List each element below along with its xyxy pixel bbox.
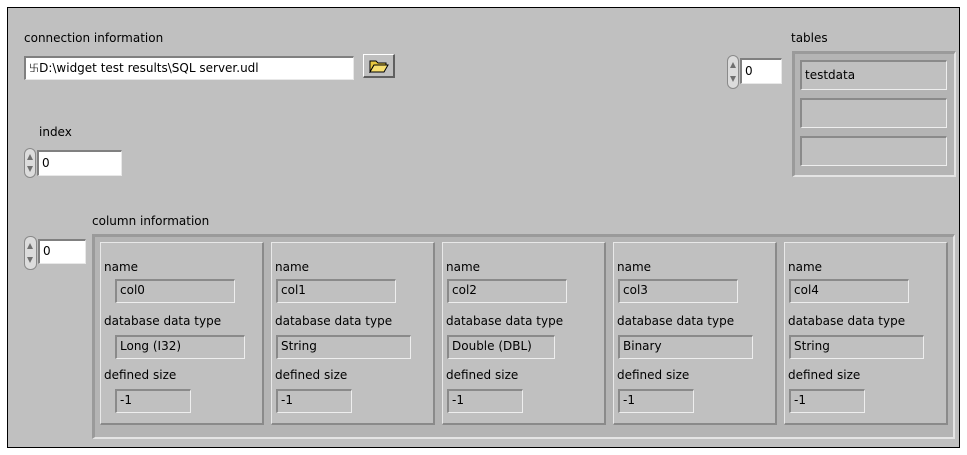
- increment-icon[interactable]: [27, 243, 33, 249]
- column-cluster: name col2 database data type Double (DBL…: [442, 242, 606, 425]
- folder-open-icon: [369, 60, 389, 73]
- column-data-type: Double (DBL): [447, 335, 555, 359]
- column-defined-size: -1: [115, 389, 191, 413]
- column-name: col1: [276, 279, 396, 303]
- tables-label: tables: [791, 31, 828, 45]
- defined-size-label: defined size: [104, 368, 177, 382]
- defined-size-label: defined size: [617, 368, 690, 382]
- column-cluster: name col4 database data type String defi…: [784, 242, 948, 425]
- column-name: col4: [789, 279, 909, 303]
- name-label: name: [446, 260, 481, 274]
- defined-size-label: defined size: [788, 368, 861, 382]
- tables-array: testdata: [792, 51, 956, 177]
- columns-index-spinner[interactable]: [24, 236, 37, 270]
- column-data-type: Long (I32): [115, 335, 245, 359]
- index-label: index: [39, 125, 72, 139]
- column-information-label: column information: [92, 214, 210, 228]
- column-name: col0: [115, 279, 235, 303]
- tables-index-input[interactable]: 0: [740, 58, 782, 84]
- database-data-type-label: database data type: [275, 314, 393, 328]
- browse-button[interactable]: [363, 54, 395, 78]
- connection-path-value: D:\widget test results\SQL server.udl: [39, 61, 259, 75]
- tables-index-spinner[interactable]: [727, 55, 739, 89]
- column-data-type: Binary: [618, 335, 753, 359]
- database-data-type-label: database data type: [788, 314, 906, 328]
- decrement-icon[interactable]: [730, 76, 736, 82]
- column-data-type: String: [789, 335, 924, 359]
- connection-information-label: connection information: [24, 31, 164, 45]
- defined-size-label: defined size: [275, 368, 348, 382]
- columns-array: name col0 database data type Long (I32) …: [92, 234, 955, 439]
- column-defined-size: -1: [276, 389, 352, 413]
- path-prefix: ࿕: [29, 64, 40, 75]
- columns-index-input[interactable]: 0: [38, 239, 86, 264]
- index-input[interactable]: 0: [37, 150, 122, 176]
- database-data-type-label: database data type: [446, 314, 564, 328]
- name-label: name: [617, 260, 652, 274]
- defined-size-label: defined size: [446, 368, 519, 382]
- decrement-icon[interactable]: [27, 166, 33, 172]
- column-name: col2: [447, 279, 567, 303]
- index-spinner[interactable]: [24, 148, 36, 178]
- connection-path-field[interactable]: ࿕D:\widget test results\SQL server.udl: [24, 56, 354, 80]
- increment-icon[interactable]: [730, 62, 736, 68]
- column-data-type: String: [276, 335, 411, 359]
- column-name: col3: [618, 279, 738, 303]
- name-label: name: [788, 260, 823, 274]
- column-defined-size: -1: [447, 389, 523, 413]
- decrement-icon[interactable]: [27, 257, 33, 263]
- table-item: testdata: [800, 60, 947, 90]
- front-panel: connection information ࿕D:\widget test r…: [7, 7, 960, 448]
- column-defined-size: -1: [618, 389, 694, 413]
- column-cluster: name col1 database data type String defi…: [271, 242, 435, 425]
- column-defined-size: -1: [789, 389, 865, 413]
- database-data-type-label: database data type: [104, 314, 222, 328]
- column-cluster: name col0 database data type Long (I32) …: [100, 242, 264, 425]
- database-data-type-label: database data type: [617, 314, 735, 328]
- table-item: [800, 98, 947, 128]
- name-label: name: [275, 260, 310, 274]
- increment-icon[interactable]: [27, 154, 33, 160]
- table-item: [800, 136, 947, 166]
- column-cluster: name col3 database data type Binary defi…: [613, 242, 777, 425]
- name-label: name: [104, 260, 139, 274]
